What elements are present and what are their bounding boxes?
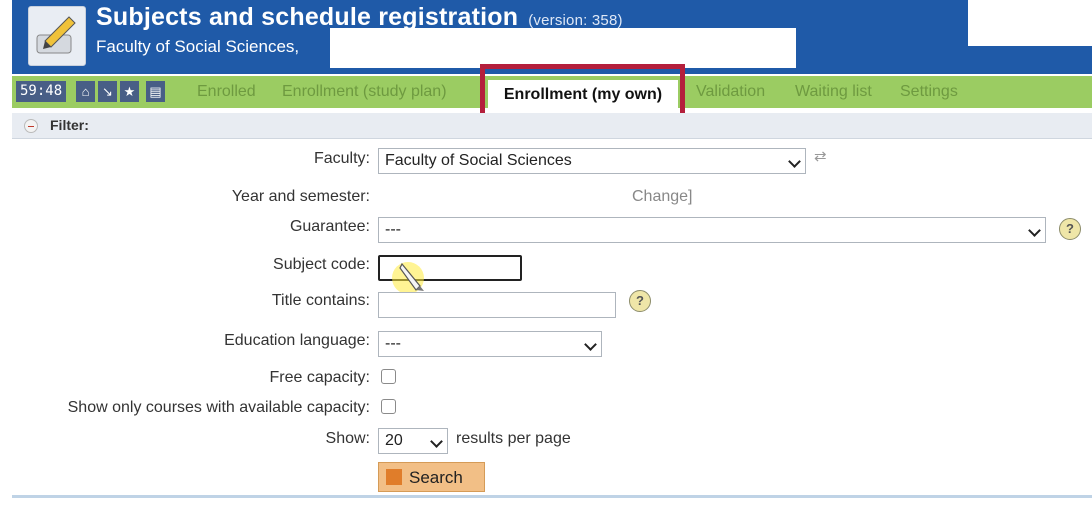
guarantee-value: ---: [385, 221, 401, 238]
faculty-subtitle: Faculty of Social Sciences,: [96, 37, 300, 56]
app-logo-icon: [28, 6, 86, 66]
tab-validation[interactable]: Validation: [696, 81, 765, 103]
tab-settings[interactable]: Settings: [900, 81, 958, 103]
results-per-page-label: results per page: [456, 430, 571, 447]
change-link[interactable]: Change]: [632, 188, 693, 206]
show-label: Show:: [325, 430, 370, 447]
chevron-down-icon: [430, 435, 443, 448]
tab-waiting-list[interactable]: Waiting list: [795, 81, 872, 103]
header-blank: [968, 0, 1092, 46]
header-strip: [968, 46, 1092, 74]
education-language-select[interactable]: ---: [378, 331, 602, 357]
home-icon[interactable]: ⌂: [76, 81, 95, 102]
faculty-select[interactable]: Faculty of Social Sciences: [378, 148, 806, 174]
arrow-icon[interactable]: ↘: [98, 81, 117, 102]
year-semester-label: Year and semester:: [231, 188, 370, 205]
version-label: (version: 358): [528, 12, 623, 29]
star-icon[interactable]: ★: [120, 81, 139, 102]
title-text: Subjects and schedule registration: [96, 3, 519, 31]
available-capacity-label: Show only courses with available capacit…: [67, 399, 370, 416]
guarantee-select[interactable]: ---: [378, 217, 1046, 243]
tab-enrolled[interactable]: Enrolled: [197, 81, 256, 103]
results-per-page-select[interactable]: 20: [378, 428, 448, 454]
chevron-down-icon: [788, 155, 801, 168]
tab-enrollment-study-plan[interactable]: Enrollment (study plan): [282, 81, 447, 103]
free-capacity-checkbox[interactable]: [381, 369, 396, 384]
search-label: Search: [409, 468, 463, 487]
language-value: ---: [385, 335, 401, 352]
redacted-area: [330, 28, 796, 68]
help-icon[interactable]: ?: [1059, 218, 1081, 240]
help-icon[interactable]: ?: [629, 290, 651, 312]
show-value: 20: [385, 432, 403, 449]
filter-label: Filter:: [50, 117, 89, 133]
session-timer: 59:48: [16, 81, 67, 102]
faculty-label: Faculty:: [313, 150, 370, 167]
search-icon: [386, 469, 402, 485]
guarantee-label: Guarantee:: [289, 218, 370, 235]
bottom-divider: [12, 495, 1092, 498]
free-capacity-label: Free capacity:: [269, 369, 370, 386]
filter-bar: Filter:: [12, 113, 1092, 139]
chevron-down-icon: [584, 338, 597, 351]
pencil-cursor-icon: [399, 262, 424, 291]
subject-code-label: Subject code:: [273, 256, 370, 273]
redacted-value: [376, 184, 632, 212]
faculty-value: Faculty of Social Sciences: [385, 152, 572, 169]
print-icon[interactable]: ▤: [146, 81, 165, 102]
collapse-icon[interactable]: [24, 119, 38, 133]
swap-icon[interactable]: ⇄: [814, 147, 827, 165]
education-language-label: Education language:: [224, 332, 370, 349]
title-contains-label: Title contains:: [271, 292, 370, 309]
chevron-down-icon: [1028, 224, 1041, 237]
search-button[interactable]: Search: [378, 462, 485, 492]
available-capacity-checkbox[interactable]: [381, 399, 396, 414]
title-contains-input[interactable]: [378, 292, 616, 318]
